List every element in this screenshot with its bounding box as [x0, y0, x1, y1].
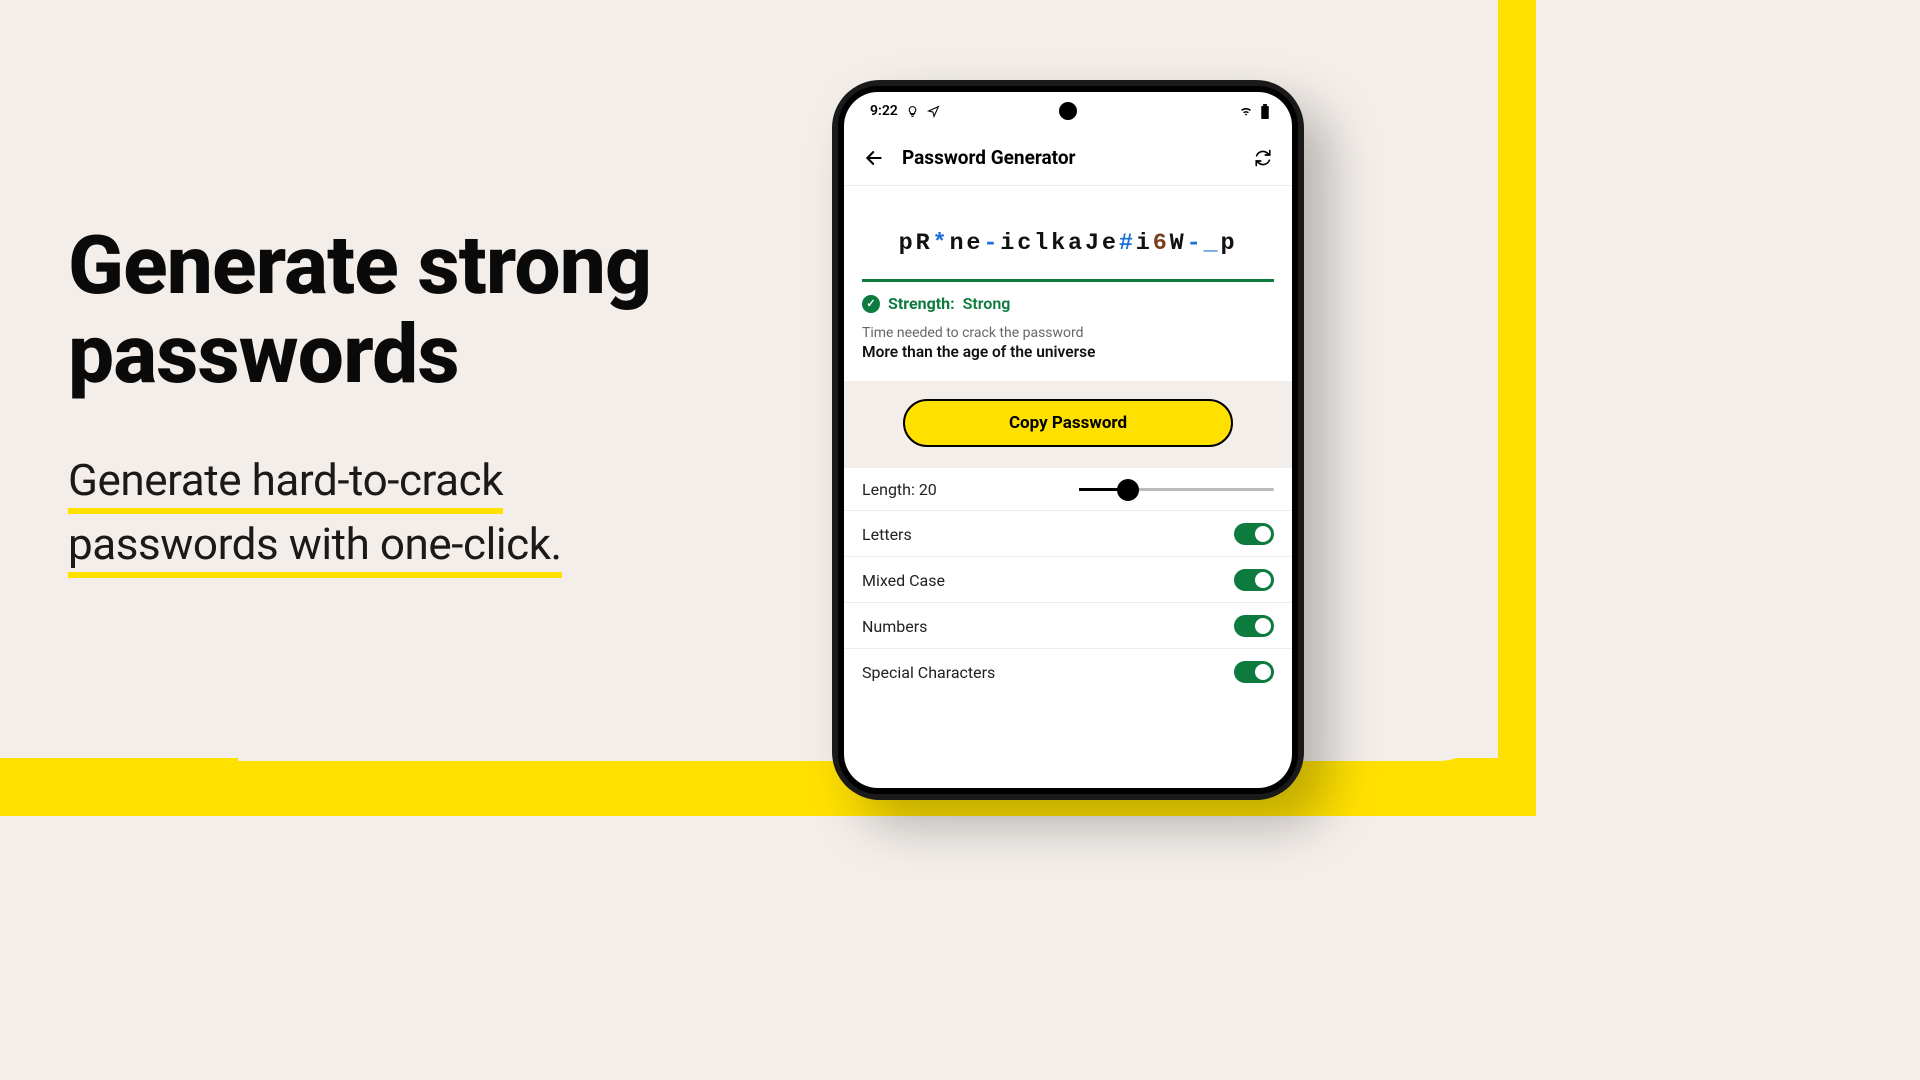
headline: Generate strong passwords	[68, 222, 768, 399]
password-display: pR*ne-iclkaJe#i6W-_p	[844, 186, 1292, 269]
status-time: 9:22	[870, 103, 898, 119]
crack-time-label: Time needed to crack the password	[844, 313, 1292, 343]
phone-screen: 9:22 Password Generator pR*ne-iclkaJe#i6…	[844, 92, 1292, 788]
slider-thumb[interactable]	[1117, 479, 1139, 501]
refresh-button[interactable]	[1254, 149, 1272, 167]
special-chars-label: Special Characters	[862, 663, 995, 682]
letters-label: Letters	[862, 525, 912, 544]
mixed-case-row: Mixed Case	[844, 556, 1292, 602]
numbers-toggle[interactable]	[1234, 615, 1274, 637]
letters-row: Letters	[844, 510, 1292, 556]
letters-toggle[interactable]	[1234, 523, 1274, 545]
numbers-row: Numbers	[844, 602, 1292, 648]
strength-label: Strength:	[888, 294, 955, 313]
marketing-block: Generate strong passwords Generate hard-…	[68, 222, 768, 577]
phone-mockup: 9:22 Password Generator pR*ne-iclkaJe#i6…	[832, 80, 1304, 800]
strength-value: Strong	[963, 294, 1011, 313]
wifi-icon	[1238, 104, 1254, 118]
mixed-case-toggle[interactable]	[1234, 569, 1274, 591]
app-title: Password Generator	[902, 146, 1236, 169]
location-icon	[927, 105, 940, 118]
battery-icon	[1260, 104, 1270, 119]
strength-row: ✓ Strength: Strong	[844, 294, 1292, 313]
phone-camera	[1059, 102, 1077, 120]
app-header: Password Generator	[844, 130, 1292, 186]
numbers-label: Numbers	[862, 617, 927, 636]
bulb-icon	[906, 105, 919, 118]
yellow-side-accent	[1498, 0, 1536, 816]
length-slider[interactable]	[1079, 488, 1274, 491]
length-label: Length: 20	[862, 480, 937, 499]
crack-time-value: More than the age of the universe	[844, 343, 1292, 381]
mixed-case-label: Mixed Case	[862, 571, 945, 590]
copy-password-button[interactable]: Copy Password	[903, 399, 1233, 447]
special-chars-row: Special Characters	[844, 648, 1292, 694]
subhead-line-1: Generate hard-to-crack	[68, 454, 503, 514]
strength-indicator-bar	[862, 279, 1274, 282]
yellow-bottom-accent	[0, 758, 1536, 816]
check-icon: ✓	[862, 295, 880, 313]
special-chars-toggle[interactable]	[1234, 661, 1274, 683]
length-row: Length: 20	[844, 467, 1292, 510]
subheadline: Generate hard-to-crack passwords with on…	[68, 449, 768, 577]
back-button[interactable]	[864, 148, 884, 168]
subhead-line-2: passwords with one-click.	[68, 518, 562, 578]
